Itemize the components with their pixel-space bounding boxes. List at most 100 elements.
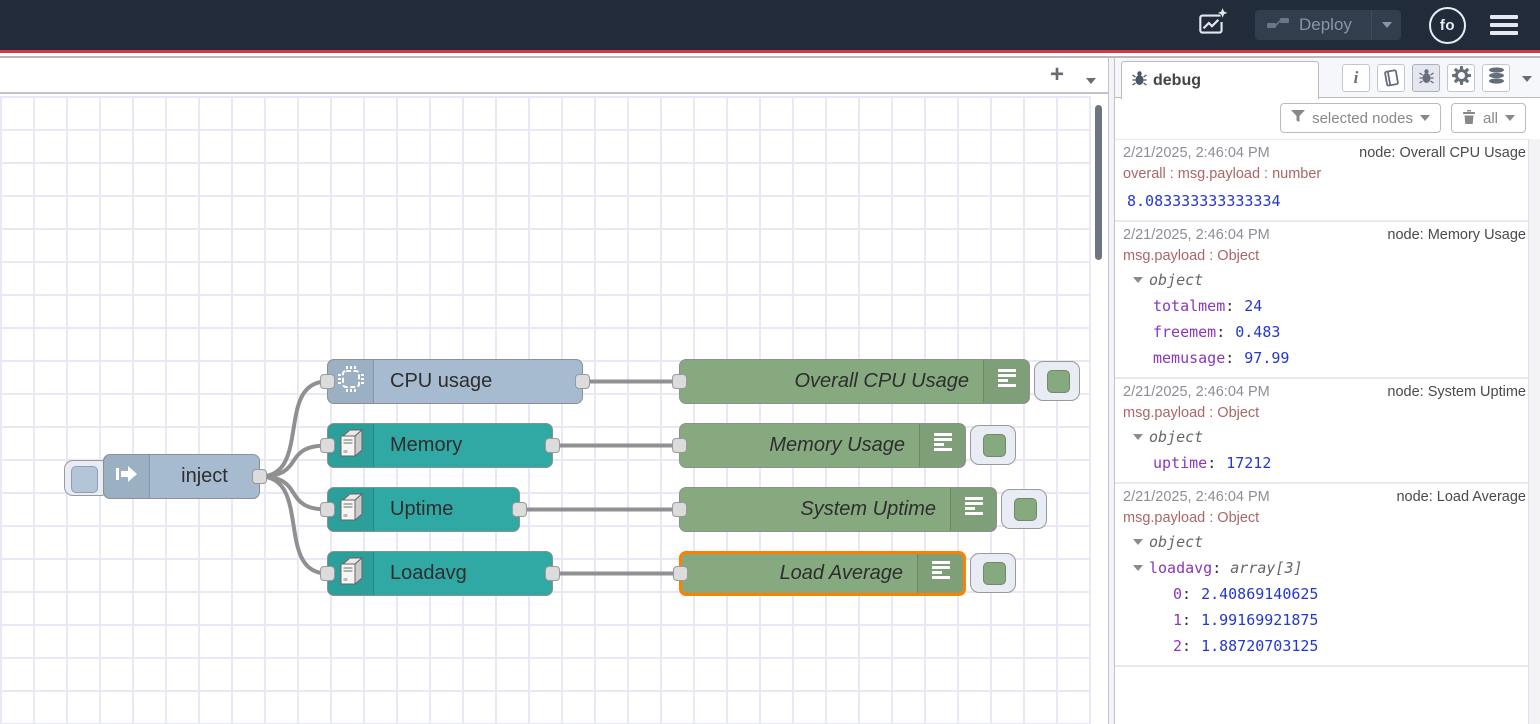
- tab-debug-label: debug: [1153, 72, 1201, 90]
- input-port[interactable]: [320, 374, 335, 389]
- output-port[interactable]: [545, 566, 560, 581]
- wire[interactable]: [260, 477, 327, 510]
- canvas-scrollbar-track[interactable]: [1091, 96, 1108, 724]
- source-node-name[interactable]: node: Overall CPU Usage: [1359, 143, 1526, 164]
- debug-icon-section: [983, 360, 1029, 403]
- main-menu-button[interactable]: [1490, 15, 1518, 35]
- debug-toggle-button[interactable]: [1001, 489, 1047, 529]
- node-label: Memory Usage: [680, 424, 919, 467]
- object-entry[interactable]: uptime:17212: [1123, 450, 1526, 476]
- node-debug-uptime[interactable]: System Uptime: [679, 487, 997, 532]
- node-debug-overall-cpu[interactable]: Overall CPU Usage: [679, 359, 1030, 404]
- collapse-caret-icon[interactable]: [1133, 539, 1143, 545]
- node-label: System Uptime: [680, 488, 950, 531]
- timestamp: 2/21/2025, 2:46:04 PM: [1123, 225, 1270, 246]
- debug-message[interactable]: 2/21/2025, 2:46:04 PM node: Memory Usage…: [1115, 222, 1528, 379]
- object-row[interactable]: object: [1123, 424, 1526, 450]
- input-port[interactable]: [320, 566, 335, 581]
- debug-toggle-button[interactable]: [970, 553, 1016, 593]
- config-nodes-button[interactable]: [1447, 64, 1475, 92]
- tab-debug[interactable]: debug: [1121, 61, 1319, 99]
- collapse-caret-icon[interactable]: [1133, 434, 1143, 440]
- object-row[interactable]: object: [1123, 267, 1526, 293]
- timestamp: 2/21/2025, 2:46:04 PM: [1123, 143, 1270, 164]
- debug-message[interactable]: 2/21/2025, 2:46:04 PM node: Overall CPU …: [1115, 140, 1528, 222]
- source-node-name[interactable]: node: System Uptime: [1387, 382, 1526, 403]
- debug-clear-button[interactable]: all: [1451, 103, 1526, 133]
- database-icon: [1487, 67, 1506, 89]
- output-port[interactable]: [512, 502, 527, 517]
- node-uptime[interactable]: Uptime: [327, 487, 520, 532]
- output-port[interactable]: [575, 374, 590, 389]
- object-row[interactable]: object: [1123, 529, 1526, 555]
- help-button[interactable]: [1377, 64, 1405, 92]
- payload-value[interactable]: 8.083333333333334: [1123, 185, 1526, 214]
- array-row[interactable]: loadavg: array[3]: [1123, 555, 1526, 581]
- array-entry[interactable]: 2:1.88720703125: [1123, 633, 1526, 659]
- input-port[interactable]: [672, 374, 687, 389]
- sidebar-menu-button[interactable]: [1522, 69, 1532, 87]
- source-node-name[interactable]: node: Memory Usage: [1387, 225, 1526, 246]
- deploy-options-button[interactable]: [1371, 10, 1401, 40]
- collapse-caret-icon[interactable]: [1133, 277, 1143, 283]
- debug-lines-icon: [927, 557, 955, 590]
- input-port[interactable]: [672, 438, 687, 453]
- flow-assistant-button[interactable]: [1195, 7, 1229, 44]
- deploy-button-main[interactable]: Deploy: [1255, 15, 1371, 36]
- filter-caret-icon: [1420, 115, 1430, 121]
- flow-list-button[interactable]: [1086, 71, 1096, 89]
- array-entry[interactable]: 1:1.99169921875: [1123, 607, 1526, 633]
- debug-message[interactable]: 2/21/2025, 2:46:04 PM node: System Uptim…: [1115, 379, 1528, 484]
- node-loadavg[interactable]: Loadavg: [327, 551, 553, 596]
- sidebar-caret-icon: [1522, 76, 1532, 82]
- object-entry[interactable]: freemem:0.483: [1123, 319, 1526, 345]
- deploy-caret-icon: [1382, 22, 1392, 28]
- input-port[interactable]: [672, 502, 687, 517]
- node-memory[interactable]: Memory: [327, 423, 553, 468]
- collapse-caret-icon[interactable]: [1133, 565, 1143, 571]
- book-icon: [1381, 68, 1402, 89]
- object-entry[interactable]: memusage:97.99: [1123, 345, 1526, 371]
- debug-toggle-button[interactable]: [970, 425, 1016, 465]
- array-entry[interactable]: 0:2.40869140625: [1123, 581, 1526, 607]
- bug-icon: [1132, 70, 1147, 91]
- object-entry[interactable]: totalmem:24: [1123, 293, 1526, 319]
- context-data-button[interactable]: [1482, 64, 1510, 92]
- node-debug-load-average[interactable]: Load Average: [679, 551, 966, 596]
- sidebar-tool-buttons: i: [1342, 64, 1532, 92]
- debug-filter-label: selected nodes: [1312, 110, 1413, 127]
- add-flow-button[interactable]: +: [1050, 60, 1064, 90]
- debug-sidebar-button[interactable]: [1412, 64, 1440, 92]
- debug-message[interactable]: 2/21/2025, 2:46:04 PM node: Load Average…: [1115, 484, 1528, 667]
- info-button[interactable]: i: [1342, 64, 1370, 92]
- computer-tower-icon: [336, 555, 366, 592]
- payload-path: msg.payload : Object: [1123, 508, 1526, 529]
- debug-filter-button[interactable]: selected nodes: [1280, 103, 1441, 133]
- node-inject[interactable]: inject: [103, 454, 260, 499]
- flow-list-caret-icon: [1086, 78, 1096, 84]
- clear-caret-icon: [1505, 115, 1515, 121]
- flow-canvas[interactable]: inject CPU usage: [0, 96, 1091, 724]
- debug-message-meta: 2/21/2025, 2:46:04 PM node: Memory Usage: [1123, 225, 1526, 246]
- debug-scrollbar-gutter[interactable]: [1528, 139, 1540, 724]
- output-port[interactable]: [252, 469, 267, 484]
- deploy-button[interactable]: Deploy: [1255, 10, 1401, 40]
- canvas-scrollbar-thumb[interactable]: [1095, 105, 1102, 260]
- input-port[interactable]: [320, 502, 335, 517]
- debug-toggle-button[interactable]: [1034, 361, 1080, 401]
- wire[interactable]: [260, 446, 327, 477]
- output-port[interactable]: [545, 438, 560, 453]
- timestamp: 2/21/2025, 2:46:04 PM: [1123, 382, 1270, 403]
- source-node-name[interactable]: node: Load Average: [1396, 487, 1526, 508]
- node-debug-memory[interactable]: Memory Usage: [679, 423, 966, 468]
- input-port[interactable]: [320, 438, 335, 453]
- sidebar-resize-handle[interactable]: [1108, 58, 1115, 724]
- wires-layer: [0, 96, 1091, 724]
- node-label: Uptime: [374, 488, 519, 531]
- node-cpu-usage[interactable]: CPU usage: [327, 359, 583, 404]
- debug-toggle-inner: [1047, 370, 1070, 393]
- user-avatar[interactable]: fo: [1429, 7, 1466, 44]
- cpu-chip-icon: [336, 364, 366, 399]
- input-port[interactable]: [673, 566, 688, 581]
- main-area: +: [0, 56, 1540, 722]
